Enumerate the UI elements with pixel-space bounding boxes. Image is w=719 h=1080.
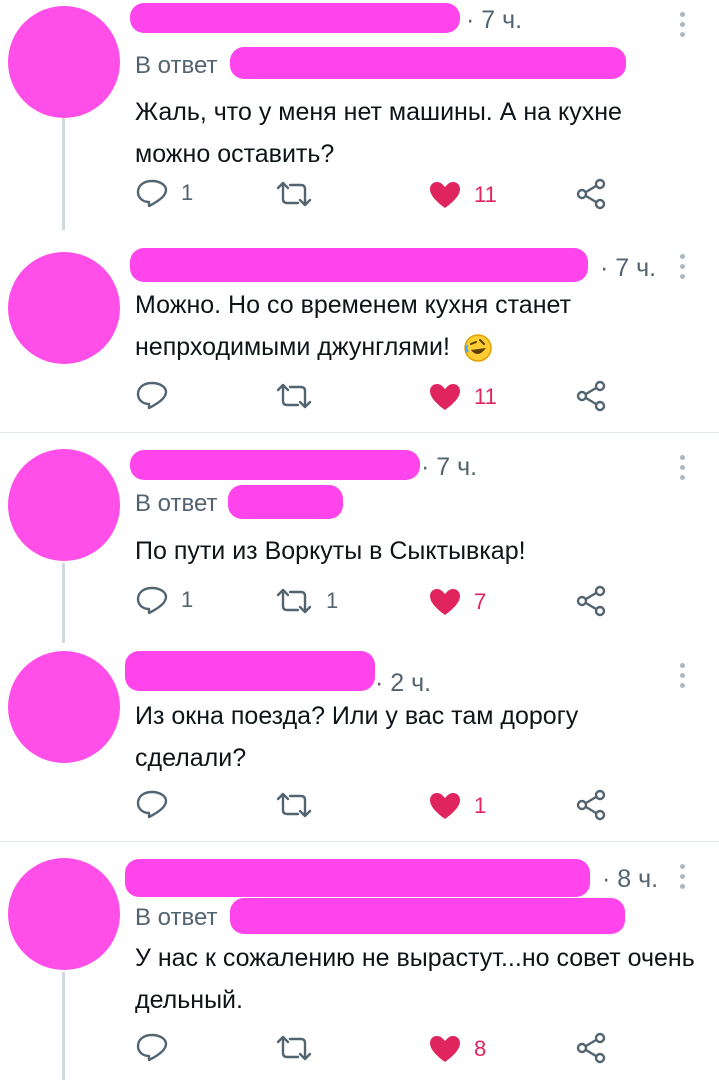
- like-icon: [430, 384, 460, 410]
- like-button[interactable]: 8: [428, 1034, 486, 1064]
- tweet-4[interactable]: · 2 ч. Из окна поезда? Или у вас там дор…: [0, 643, 719, 840]
- retweet-icon: [276, 792, 312, 818]
- tweet-5[interactable]: · 8 ч. В ответ У нас к сожалению не выра…: [0, 842, 719, 1080]
- share-button[interactable]: [576, 585, 606, 617]
- reply-button[interactable]: 1: [135, 585, 193, 615]
- redacted-username: [130, 3, 460, 33]
- retweet-icon: [276, 181, 312, 207]
- reply-button[interactable]: 1: [135, 178, 193, 208]
- retweet-icon: [276, 588, 312, 614]
- share-button[interactable]: [576, 178, 606, 210]
- like-icon: [430, 182, 460, 208]
- retweet-button[interactable]: [274, 791, 326, 819]
- share-icon: [576, 178, 606, 210]
- like-button[interactable]: 11: [428, 382, 497, 412]
- share-icon: [576, 380, 606, 412]
- tweet-1[interactable]: · 7 ч. В ответ Жаль, что у меня нет маши…: [0, 0, 719, 230]
- tweet-text: У нас к сожалению не вырастут...но совет…: [135, 944, 695, 1014]
- share-icon: [576, 1032, 606, 1064]
- like-button[interactable]: 1: [428, 791, 486, 821]
- tweet-text: По пути из Воркуты в Сыктывкар!: [135, 537, 526, 565]
- reply-count: 1: [181, 587, 194, 612]
- reply-button[interactable]: [135, 1032, 181, 1062]
- thread-line: [62, 118, 65, 230]
- avatar[interactable]: [8, 252, 120, 364]
- reply-icon: [136, 790, 168, 819]
- share-button[interactable]: [576, 1032, 606, 1064]
- share-icon: [576, 789, 606, 821]
- avatar[interactable]: [8, 858, 120, 970]
- like-count: 11: [474, 182, 497, 207]
- timestamp[interactable]: · 7 ч.: [466, 6, 522, 35]
- redacted-reply-handle: [230, 47, 626, 79]
- like-icon: [430, 589, 460, 615]
- reply-icon: [136, 1033, 168, 1062]
- reply-icon: [136, 179, 168, 208]
- retweet-icon: [276, 1035, 312, 1061]
- tweet-text: Жаль, что у меня нет машины. А на кухне …: [135, 98, 622, 168]
- reply-icon: [136, 381, 168, 410]
- more-icon[interactable]: [680, 254, 688, 284]
- tweet-text-body: Можно. Но со временем кухня станет непрх…: [135, 291, 572, 361]
- like-button[interactable]: 11: [428, 180, 497, 210]
- like-icon: [430, 1036, 460, 1062]
- redacted-username: [125, 651, 375, 691]
- avatar[interactable]: [8, 449, 120, 561]
- more-icon[interactable]: [680, 864, 688, 894]
- reply-to-label: В ответ: [135, 490, 218, 517]
- tweet-text: Можно. Но со временем кухня станет непрх…: [135, 284, 695, 368]
- share-icon: [576, 585, 606, 617]
- avatar[interactable]: [8, 6, 120, 118]
- reply-button[interactable]: [135, 380, 181, 410]
- share-button[interactable]: [576, 380, 606, 412]
- redacted-username: [130, 248, 588, 282]
- tweet-text: Из окна поезда? Или у вас там дорогу сде…: [135, 702, 579, 772]
- share-button[interactable]: [576, 789, 606, 821]
- reply-count: 1: [181, 180, 194, 205]
- redacted-username: [130, 450, 420, 480]
- more-icon[interactable]: [680, 455, 688, 485]
- retweet-button[interactable]: 1: [274, 587, 338, 615]
- thread-line: [62, 972, 65, 1080]
- reply-to-label: В ответ: [135, 52, 218, 79]
- rolling-laughing-emoji: [464, 334, 492, 363]
- retweet-count: 1: [326, 588, 339, 613]
- like-count: 11: [474, 384, 497, 409]
- avatar[interactable]: [8, 651, 120, 763]
- timestamp[interactable]: · 7 ч.: [600, 254, 656, 283]
- like-count: 8: [474, 1036, 487, 1061]
- like-icon: [430, 793, 460, 819]
- retweet-icon: [276, 383, 312, 409]
- retweet-button[interactable]: [274, 382, 326, 410]
- tweet-2[interactable]: · 7 ч. Можно. Но со временем кухня стане…: [0, 230, 719, 430]
- retweet-button[interactable]: [274, 180, 326, 208]
- thread-line: [62, 563, 65, 643]
- reply-to-label: В ответ: [135, 904, 218, 931]
- timestamp[interactable]: · 7 ч.: [421, 453, 477, 482]
- like-button[interactable]: 7: [428, 587, 486, 617]
- redacted-reply-handle: [228, 485, 343, 519]
- timestamp[interactable]: · 2 ч.: [375, 669, 431, 698]
- timestamp[interactable]: · 8 ч.: [602, 865, 658, 894]
- redacted-reply-handle: [230, 898, 625, 934]
- more-icon[interactable]: [680, 12, 688, 42]
- like-count: 1: [474, 793, 487, 818]
- retweet-button[interactable]: [274, 1034, 326, 1062]
- more-icon[interactable]: [680, 663, 688, 693]
- reply-button[interactable]: [135, 789, 181, 819]
- reply-icon: [136, 586, 168, 615]
- redacted-username: [125, 859, 590, 897]
- tweet-3[interactable]: · 7 ч. В ответ По пути из Воркуты в Сыкт…: [0, 433, 719, 643]
- like-count: 7: [474, 589, 487, 614]
